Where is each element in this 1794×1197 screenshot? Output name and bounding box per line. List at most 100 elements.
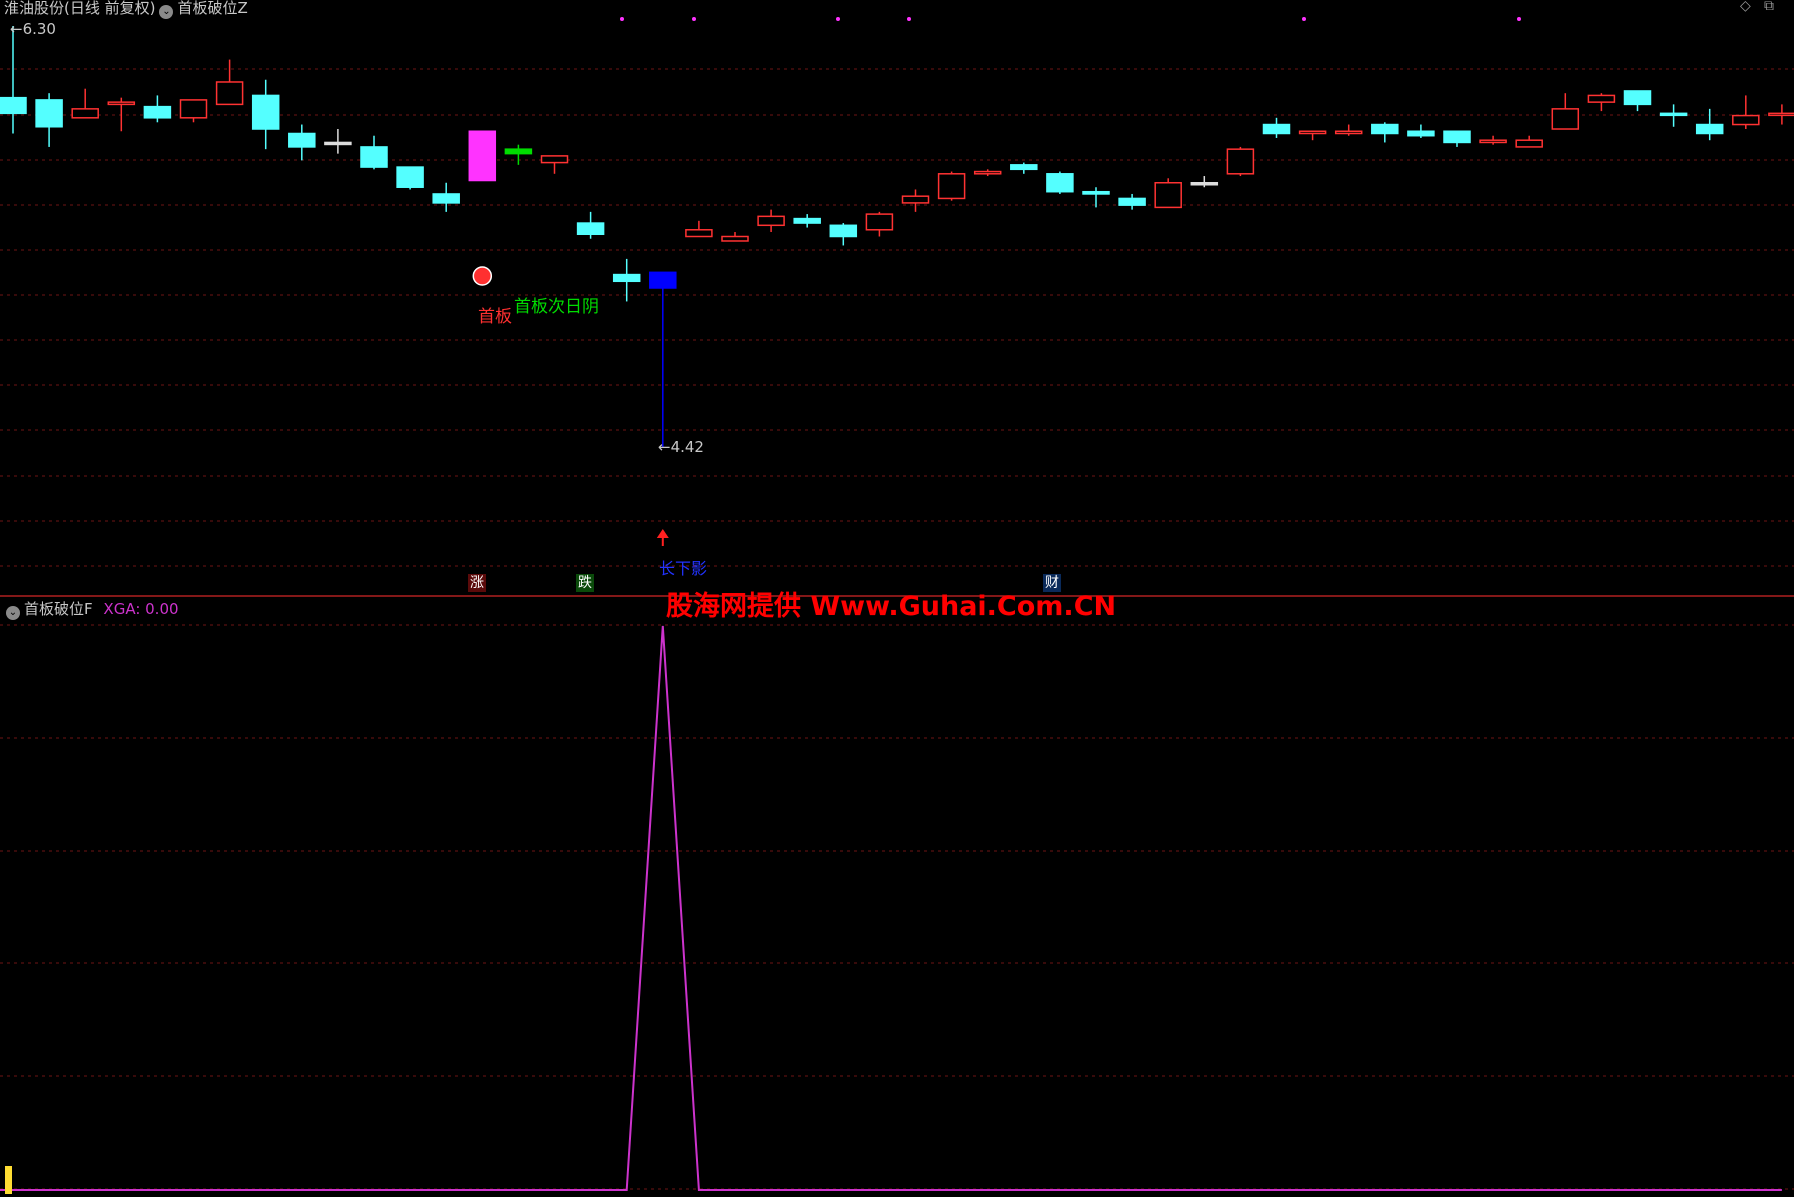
candle[interactable] xyxy=(1515,135,1543,148)
candle[interactable] xyxy=(649,271,677,447)
candle[interactable] xyxy=(1659,104,1688,127)
stock-title: 淮油股份(日线 前复权) xyxy=(4,0,156,17)
candle-body xyxy=(1334,130,1363,135)
watermark-text: 股海网提供 Www.Guhai.Com.CN xyxy=(666,591,1117,622)
candle-body xyxy=(721,235,749,242)
candle-body xyxy=(757,215,785,227)
candle-body xyxy=(793,217,821,224)
candle-body xyxy=(71,108,99,119)
high-price-value: 6.30 xyxy=(22,20,56,38)
candle-body xyxy=(504,148,533,155)
candle[interactable] xyxy=(1082,187,1110,208)
sub-indicator-name[interactable]: 首板破位F xyxy=(24,600,93,618)
candle[interactable] xyxy=(973,169,1002,177)
candle-body xyxy=(865,213,894,231)
candle[interactable] xyxy=(1443,130,1471,147)
low-price-label: ←4.42 xyxy=(658,438,704,456)
candle[interactable] xyxy=(1118,193,1146,210)
candle-body xyxy=(540,155,569,164)
candle-body xyxy=(1659,112,1688,117)
candle[interactable] xyxy=(71,88,99,119)
candle[interactable] xyxy=(215,59,244,106)
scroll-handle[interactable] xyxy=(5,1166,12,1194)
candle[interactable] xyxy=(35,93,63,147)
candle-body xyxy=(1046,173,1074,193)
candle[interactable] xyxy=(1010,162,1038,174)
candle[interactable] xyxy=(576,211,605,239)
candle[interactable] xyxy=(1695,108,1724,141)
candle[interactable] xyxy=(1732,95,1760,130)
main-indicator-name[interactable]: 首板破位Z xyxy=(177,0,247,17)
candle[interactable] xyxy=(1226,146,1255,177)
candle[interactable] xyxy=(757,209,785,233)
candle[interactable] xyxy=(324,129,352,154)
candle-body xyxy=(901,195,930,204)
candle-body xyxy=(1226,148,1255,175)
candle[interactable] xyxy=(1551,93,1580,130)
candle[interactable] xyxy=(179,99,208,123)
low-price-value: 4.42 xyxy=(670,438,704,456)
candle[interactable] xyxy=(1298,130,1327,141)
candle-body xyxy=(179,99,208,119)
candle[interactable] xyxy=(829,223,858,246)
candle[interactable] xyxy=(288,124,316,161)
candle[interactable] xyxy=(1623,90,1652,112)
candle[interactable] xyxy=(1262,117,1291,138)
candle[interactable] xyxy=(432,182,460,212)
diamond-icon[interactable]: ◇ xyxy=(1740,0,1751,14)
candle[interactable] xyxy=(685,220,713,238)
candle-body xyxy=(468,130,497,182)
candle[interactable] xyxy=(143,95,172,123)
candle-body xyxy=(1371,123,1399,135)
candle[interactable] xyxy=(251,79,280,150)
candle-body xyxy=(1262,123,1291,135)
candle[interactable] xyxy=(1154,178,1182,209)
chevron-down-icon[interactable]: ⌄ xyxy=(6,606,20,620)
chevron-down-icon[interactable]: ⌄ xyxy=(159,5,174,19)
candle[interactable] xyxy=(504,144,533,165)
candle-body xyxy=(1298,130,1327,135)
candle[interactable] xyxy=(865,211,894,237)
candle-body xyxy=(1190,182,1219,186)
candle[interactable] xyxy=(468,130,497,182)
candle[interactable] xyxy=(1334,124,1363,136)
candle[interactable] xyxy=(1479,135,1507,145)
candle-body xyxy=(0,96,27,115)
candle[interactable] xyxy=(721,232,749,242)
candle[interactable] xyxy=(107,97,136,132)
candle[interactable] xyxy=(1371,122,1399,143)
xga-line[interactable] xyxy=(0,625,1782,1191)
candlestick-series[interactable] xyxy=(0,26,1794,447)
candle-body xyxy=(1479,139,1507,144)
candle-body xyxy=(251,94,280,130)
candle[interactable] xyxy=(1587,93,1616,112)
candle[interactable] xyxy=(901,189,930,212)
candle-body xyxy=(1443,130,1471,144)
candle[interactable] xyxy=(1046,171,1074,194)
candle-body xyxy=(1623,90,1652,106)
candle[interactable] xyxy=(1407,124,1435,138)
candle[interactable] xyxy=(540,155,569,174)
candle[interactable] xyxy=(1190,176,1219,188)
candle-body xyxy=(649,271,677,289)
indicator-line-series[interactable] xyxy=(0,625,1782,1191)
event-tag-up[interactable]: 涨 xyxy=(468,574,486,592)
left-arrow-icon: ← xyxy=(10,20,23,38)
candle[interactable] xyxy=(937,171,966,201)
candle-body xyxy=(288,132,316,148)
candle[interactable] xyxy=(396,166,424,190)
signal-dot xyxy=(692,17,696,21)
candle-body xyxy=(1082,190,1110,195)
long-lower-shadow-label: 长下影 xyxy=(659,559,708,578)
signal-dot xyxy=(836,17,840,21)
candle[interactable] xyxy=(793,214,821,228)
candle-body xyxy=(1768,112,1794,117)
candle[interactable] xyxy=(0,26,27,134)
signal-dot xyxy=(1517,17,1521,21)
candle[interactable] xyxy=(1768,104,1794,125)
event-tag-down[interactable]: 跌 xyxy=(576,574,594,592)
candle[interactable] xyxy=(360,135,388,170)
candle-body xyxy=(937,173,966,200)
first-board-label: 首板 xyxy=(478,307,512,327)
window-restore-icon[interactable]: ⧉ xyxy=(1764,0,1774,14)
